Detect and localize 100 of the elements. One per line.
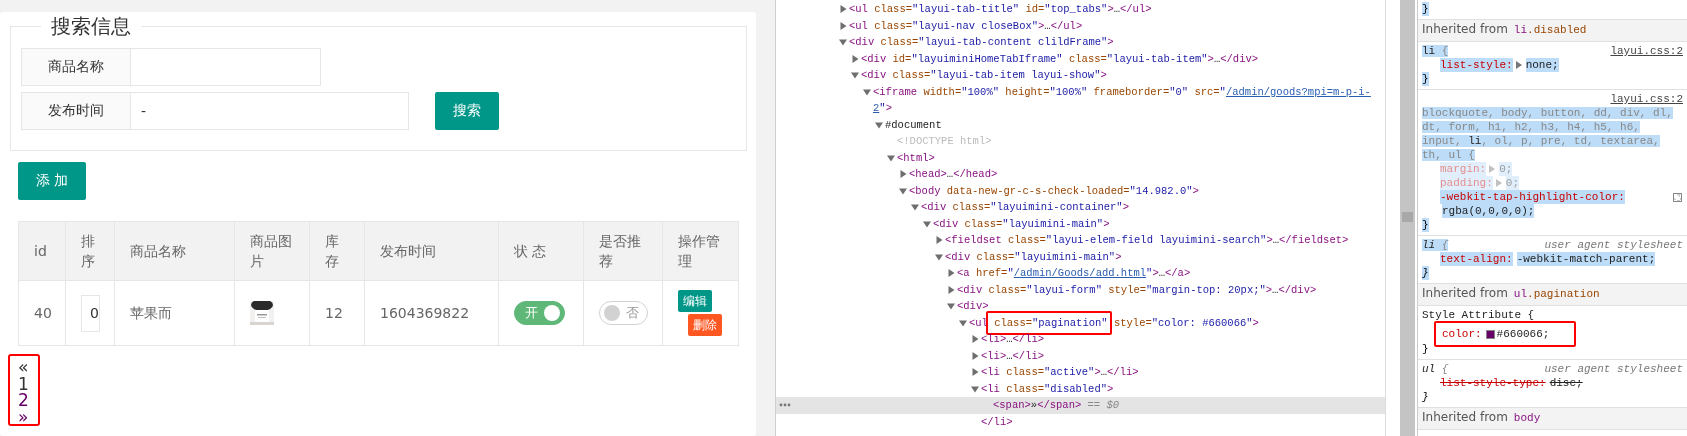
dom-node[interactable]: <html> bbox=[897, 149, 935, 166]
panel-legend: 搜索信息 bbox=[41, 12, 141, 40]
property-value: 0; bbox=[1505, 176, 1519, 190]
expander-arrow-icon[interactable] bbox=[971, 384, 979, 393]
expander-arrow-icon[interactable] bbox=[851, 71, 859, 80]
stylesheet-link[interactable]: layui.css:2 bbox=[1610, 92, 1683, 106]
column-header: 商品名称 bbox=[114, 221, 235, 281]
property-name: padding: bbox=[1440, 176, 1493, 190]
stylesheet-origin: user agent stylesheet bbox=[1544, 238, 1683, 252]
brace-text: } bbox=[1422, 390, 1429, 404]
pagination-link[interactable]: « bbox=[18, 359, 29, 376]
table-cell: 苹果而 bbox=[114, 280, 235, 346]
edit-button[interactable]: 编辑 bbox=[678, 290, 712, 312]
input-field[interactable]: - bbox=[131, 92, 409, 130]
pagination-link[interactable]: 1 bbox=[18, 375, 29, 392]
expander-arrow-icon[interactable] bbox=[899, 186, 907, 195]
expander-arrow-icon[interactable] bbox=[971, 368, 979, 377]
inherited-label: Inherited from bbox=[1422, 22, 1508, 36]
column-header: 排序 bbox=[65, 221, 115, 281]
stylesheet-origin: user agent stylesheet bbox=[1544, 362, 1683, 376]
expander-arrow-icon[interactable] bbox=[839, 21, 847, 30]
sort-input[interactable]: 0 bbox=[81, 294, 100, 332]
expander-arrow-icon[interactable] bbox=[947, 302, 955, 311]
property-name: color: bbox=[1442, 327, 1482, 341]
column-header: 是否推荐 bbox=[583, 221, 663, 281]
dom-node[interactable]: <div class="layui-form" style="margin-top: 20px;">…</div> bbox=[957, 281, 1317, 298]
dom-node[interactable]: <fieldset class="layui-elem-field layuimini-search">…</fieldset> bbox=[945, 232, 1349, 249]
expander-arrow-icon[interactable] bbox=[971, 351, 979, 360]
expander-arrow-icon[interactable] bbox=[935, 252, 943, 261]
expander-arrow-icon[interactable] bbox=[947, 269, 955, 278]
brace-text: } bbox=[1422, 218, 1429, 232]
dom-node[interactable]: <a href="/admin/Goods/add.html">…</a> bbox=[957, 265, 1191, 282]
dom-node[interactable]: <body data-new-gr-c-s-check-loaded="14.982.0"> bbox=[909, 182, 1199, 199]
dom-node[interactable]: <div> bbox=[957, 298, 989, 315]
field-label: 商品名称 bbox=[21, 48, 131, 86]
column-header: 库存 bbox=[309, 221, 365, 281]
expander-arrow-icon[interactable] bbox=[851, 54, 859, 63]
expander-arrow-icon[interactable] bbox=[947, 285, 955, 294]
inherited-label: Inherited from bbox=[1422, 410, 1508, 424]
brace-text: } bbox=[1422, 266, 1429, 280]
expander-arrow-icon[interactable] bbox=[911, 203, 919, 212]
property-name: margin: bbox=[1440, 162, 1487, 176]
column-header: 操作管理 bbox=[662, 221, 739, 281]
property-value: disc; bbox=[1549, 376, 1583, 390]
dom-node[interactable]: <div class="layuimini-main"> bbox=[945, 248, 1122, 265]
pagination-link[interactable]: » bbox=[18, 408, 29, 425]
dom-node[interactable]: <ul class="layui-nav closeBox">…</ul> bbox=[849, 17, 1083, 34]
expander-arrow-icon[interactable] bbox=[971, 335, 979, 344]
pagination-link[interactable]: 2 bbox=[18, 392, 29, 409]
dom-node[interactable]: </li> bbox=[981, 413, 1013, 430]
stylesheet-link[interactable]: layui.css:2 bbox=[1610, 44, 1683, 58]
expander-arrow-icon[interactable] bbox=[923, 219, 931, 228]
add-button[interactable]: 添 加 bbox=[18, 162, 86, 200]
column-header: 商品图片 bbox=[234, 221, 310, 281]
color-swatch-icon[interactable] bbox=[1672, 192, 1682, 202]
field-label: 发布时间 bbox=[21, 92, 131, 130]
expander-arrow-icon[interactable] bbox=[899, 170, 907, 179]
dom-node[interactable]: <li>…</li> bbox=[981, 331, 1045, 348]
expander-arrow-icon[interactable] bbox=[1515, 61, 1522, 69]
table-cell: 1604369822 bbox=[364, 280, 499, 346]
inherited-source[interactable]: li.disabled bbox=[1513, 24, 1587, 36]
column-header: 发布时间 bbox=[364, 221, 499, 281]
dom-node[interactable]: <li class="disabled"> bbox=[981, 380, 1114, 397]
inherited-source[interactable]: body bbox=[1513, 412, 1541, 424]
property-name: -webkit-tap-highlight-color: bbox=[1440, 190, 1625, 204]
inherited-label: Inherited from bbox=[1422, 286, 1508, 300]
dom-node[interactable]: <li class="active">…</li> bbox=[981, 364, 1139, 381]
expander-arrow-icon[interactable] bbox=[887, 153, 895, 162]
expander-arrow-icon[interactable] bbox=[959, 318, 967, 327]
property-name: text-align: bbox=[1440, 252, 1513, 266]
column-header: 状 态 bbox=[498, 221, 584, 281]
dom-node[interactable]: <head>…</head> bbox=[909, 166, 998, 183]
expander-arrow-icon[interactable] bbox=[839, 5, 847, 14]
input-field[interactable] bbox=[131, 48, 321, 86]
dom-node[interactable]: <iframe width="100%" height="100%" frameborder="0" src="/admin/goods?mpi=m-p-i- 2"> bbox=[873, 83, 1371, 117]
more-icon[interactable] bbox=[779, 403, 791, 407]
property-name: list-style: bbox=[1440, 58, 1513, 72]
column-header: id bbox=[18, 221, 66, 281]
color-swatch-icon[interactable] bbox=[1485, 329, 1495, 339]
property-value: 0; bbox=[1499, 162, 1513, 176]
brace-text: } bbox=[1422, 72, 1429, 86]
dom-node[interactable]: <div class="layui-tab-content clildFrame"> bbox=[849, 34, 1114, 51]
inherited-source[interactable]: ul.pagination bbox=[1513, 288, 1600, 300]
expander-arrow-icon[interactable] bbox=[863, 87, 871, 96]
search-button[interactable]: 搜索 bbox=[435, 92, 499, 130]
dom-node[interactable]: <div class="layui-tab-item layui-show"> bbox=[861, 67, 1107, 84]
brace-text: } bbox=[1422, 2, 1429, 16]
css-selector: li { bbox=[1422, 44, 1449, 58]
css-selector: Style Attribute { bbox=[1422, 308, 1535, 322]
expander-arrow-icon[interactable] bbox=[839, 38, 847, 47]
dom-node[interactable]: #document bbox=[885, 116, 942, 133]
expander-arrow-icon[interactable] bbox=[875, 120, 883, 129]
dom-node[interactable]: <ul class="layui-tab-title" id="top_tabs">…</ul> bbox=[849, 1, 1152, 18]
dom-node[interactable]: <div class="layuimini-container"> bbox=[921, 199, 1129, 216]
property-value: none; bbox=[1525, 58, 1559, 72]
dom-node[interactable]: <li>…</li> bbox=[981, 347, 1045, 364]
dom-node[interactable]: <div class="layuimini-main"> bbox=[933, 215, 1110, 232]
dom-node[interactable]: <div id="layuiminiHomeTabIframe" class="layui-tab-item">…</div> bbox=[861, 50, 1259, 67]
css-selector: ul { bbox=[1422, 362, 1449, 376]
expander-arrow-icon[interactable] bbox=[935, 236, 943, 245]
